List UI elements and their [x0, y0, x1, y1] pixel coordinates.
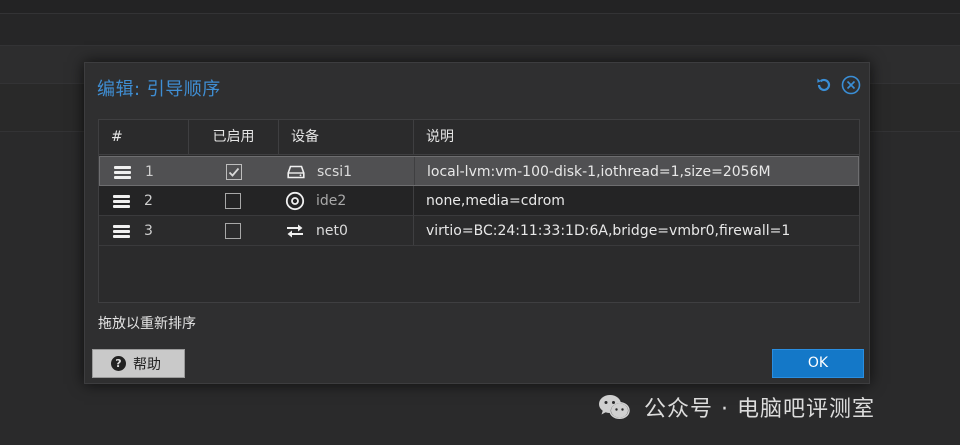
help-button[interactable]: ? 帮助 — [92, 349, 185, 378]
app-background-bar — [0, 0, 960, 14]
hdd-icon — [286, 162, 306, 182]
enabled-checkbox[interactable] — [225, 223, 241, 239]
table-row[interactable]: 3 net0 virtio=BC:24:11:33:1D:6A,bridge=v… — [99, 216, 859, 246]
ok-button[interactable]: OK — [772, 349, 864, 378]
row-number: 1 — [145, 164, 154, 180]
column-header-device[interactable]: 设备 — [279, 120, 414, 155]
dialog-title: 编辑: 引导顺序 — [97, 79, 221, 100]
device-description: virtio=BC:24:11:33:1D:6A,bridge=vmbr0,fi… — [413, 216, 859, 245]
enabled-checkbox[interactable] — [225, 193, 241, 209]
dialog-header: 编辑: 引导顺序 — [85, 63, 869, 109]
watermark: 公众号 · 电脑吧评测室 — [598, 390, 875, 424]
help-button-label: 帮助 — [133, 356, 161, 373]
device-name: net0 — [316, 223, 348, 239]
app-background-bar — [0, 14, 960, 46]
column-header-num[interactable]: # — [99, 120, 189, 155]
boot-order-grid: # 已启用 设备 说明 1 scsi1 local-lvm:vm-100-dis… — [98, 119, 860, 303]
table-row[interactable]: 2 ide2 none,media=cdrom — [99, 186, 859, 216]
column-header-description[interactable]: 说明 — [414, 120, 859, 155]
close-icon[interactable] — [841, 75, 861, 95]
network-exchange-icon — [285, 221, 305, 241]
drag-handle-icon[interactable] — [114, 166, 131, 179]
column-header-enabled[interactable]: 已启用 — [189, 120, 279, 155]
wechat-logo-icon — [599, 395, 630, 420]
row-number: 3 — [144, 223, 153, 239]
question-icon: ? — [111, 356, 126, 371]
drag-handle-icon[interactable] — [113, 195, 130, 208]
grid-header: # 已启用 设备 说明 — [99, 120, 859, 155]
device-name: scsi1 — [317, 164, 353, 180]
enabled-checkbox[interactable] — [226, 164, 242, 180]
boot-order-dialog: 编辑: 引导顺序 # 已启用 设备 说明 1 scsi1 local-lvm:v… — [84, 62, 870, 384]
row-number: 2 — [144, 193, 153, 209]
cdrom-icon — [285, 191, 305, 211]
drag-handle-icon[interactable] — [113, 225, 130, 238]
device-description: local-lvm:vm-100-disk-1,iothread=1,size=… — [414, 157, 860, 185]
device-name: ide2 — [316, 193, 347, 209]
reset-icon[interactable] — [814, 75, 834, 95]
table-row[interactable]: 1 scsi1 local-lvm:vm-100-disk-1,iothread… — [99, 156, 859, 186]
device-description: none,media=cdrom — [413, 186, 859, 215]
drag-hint-text: 拖放以重新排序 — [98, 316, 196, 332]
watermark-text: 公众号 · 电脑吧评测室 — [644, 397, 875, 422]
